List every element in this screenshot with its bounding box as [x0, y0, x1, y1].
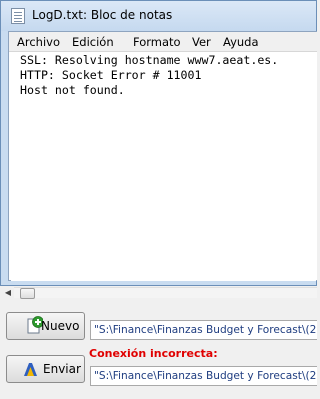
enviar-button[interactable]: Enviar	[6, 355, 85, 383]
scroll-left-arrow-icon[interactable]: ◀	[3, 287, 13, 299]
window-title: LogD.txt: Bloc de notas	[32, 8, 173, 22]
path-field-2-text: "S:\Finance\Finanzas Budget y Forecast\(…	[94, 370, 317, 382]
screen: LogD.txt: Bloc de notas Archivo Edición …	[0, 0, 317, 399]
scrollbar-track[interactable]	[14, 287, 317, 298]
horizontal-scrollbar[interactable]: ◀	[0, 286, 317, 300]
nuevo-button-label: Nuevo	[41, 319, 80, 333]
enviar-button-label: Enviar	[43, 362, 81, 376]
title-bar[interactable]: LogD.txt: Bloc de notas	[1, 1, 316, 31]
status-message: Conexión incorrecta:	[89, 347, 218, 360]
editor-line: HTTP: Socket Error # 11001	[20, 68, 202, 82]
menu-ayuda[interactable]: Ayuda	[223, 35, 259, 49]
send-icon	[24, 363, 37, 376]
menu-ver[interactable]: Ver	[192, 35, 211, 49]
notepad-window: LogD.txt: Bloc de notas Archivo Edición …	[0, 0, 317, 286]
path-field-1[interactable]: "S:\Finance\Finanzas Budget y Forecast\(…	[90, 320, 317, 340]
scrollbar-thumb[interactable]	[20, 288, 35, 299]
menu-formato[interactable]: Formato	[133, 35, 181, 49]
text-editor[interactable]: SSL: Resolving hostname www7.aeat.es. HT…	[11, 53, 316, 281]
editor-line: SSL: Resolving hostname www7.aeat.es.	[20, 53, 279, 67]
nuevo-button[interactable]: Nuevo	[6, 312, 85, 340]
notepad-client-area: Archivo Edición Formato Ver Ayuda SSL: R…	[8, 31, 317, 281]
menu-bar: Archivo Edición Formato Ver Ayuda	[9, 32, 317, 52]
menu-archivo[interactable]: Archivo	[17, 35, 60, 49]
editor-line: Host not found.	[20, 83, 125, 97]
path-field-1-text: "S:\Finance\Finanzas Budget y Forecast\(…	[94, 324, 317, 336]
notepad-icon	[11, 8, 25, 24]
menu-edicion[interactable]: Edición	[72, 35, 114, 49]
path-field-2[interactable]: "S:\Finance\Finanzas Budget y Forecast\(…	[90, 366, 317, 386]
